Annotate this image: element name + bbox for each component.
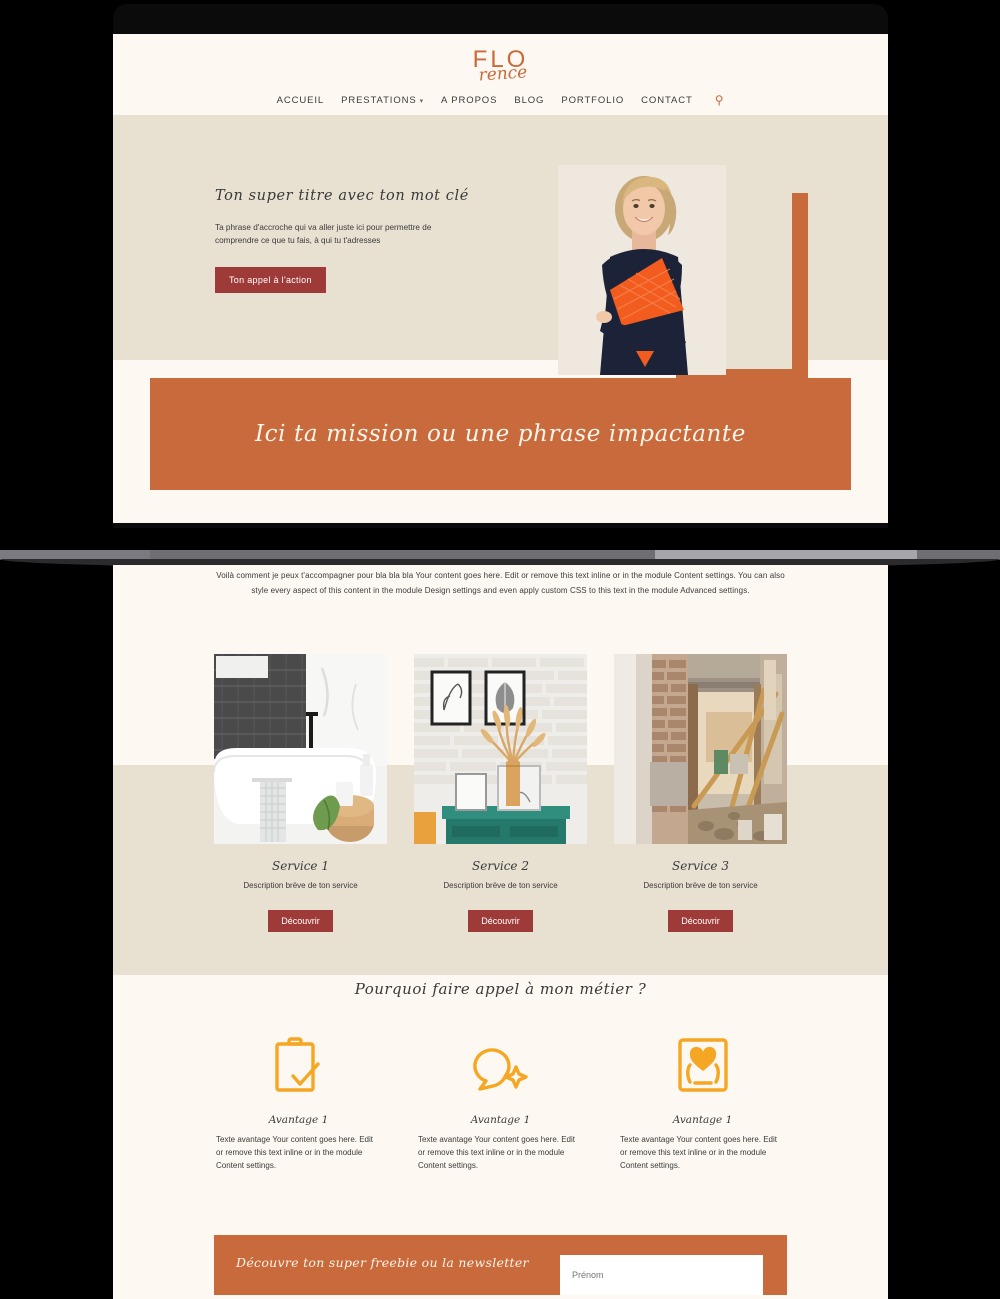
hero-title: Ton super titre avec ton mot clé bbox=[215, 188, 469, 204]
mission-text: Ici ta mission ou une phrase impactante bbox=[255, 421, 746, 447]
hero-section: Ton super titre avec ton mot clé Ta phra… bbox=[113, 115, 888, 385]
service-card: Service 3 Description brève de ton servi… bbox=[614, 653, 787, 932]
chevron-down-icon: ▾ bbox=[419, 97, 425, 105]
nav-item-blog[interactable]: BLOG bbox=[514, 95, 544, 106]
why-heading: Pourquoi faire appel à mon métier ? bbox=[354, 979, 647, 998]
service-title: Service 2 bbox=[472, 858, 529, 873]
service-image bbox=[614, 653, 787, 844]
nav-item-a-propos[interactable]: A PROPOS bbox=[441, 95, 497, 106]
site-logo[interactable]: FLO rence bbox=[441, 44, 561, 86]
advantage-text: Texte avantage Your content goes here. E… bbox=[620, 1134, 778, 1170]
nav-label: CONTACT bbox=[641, 94, 693, 106]
hero-photo bbox=[558, 165, 726, 375]
service-title: Service 1 bbox=[272, 858, 329, 873]
nav-item-portfolio[interactable]: PORTFOLIO bbox=[561, 95, 624, 106]
nav-item-accueil[interactable]: ACCUEIL bbox=[277, 95, 324, 106]
nav-label: BLOG bbox=[514, 94, 545, 106]
newsletter-title: Découvre ton super freebie ou la newslet… bbox=[236, 1255, 529, 1271]
nav-item-contact[interactable]: CONTACT bbox=[641, 95, 693, 106]
laptop-screen-viewport: FLO rence ACCUEIL PRESTATIONS ▾ A PROPOS … bbox=[113, 34, 888, 523]
interior-console-illustration bbox=[414, 653, 587, 844]
service-discover-button[interactable]: Découvrir bbox=[268, 909, 333, 932]
service-card: Service 1 Description brève de ton servi… bbox=[214, 653, 387, 932]
bathroom-illustration bbox=[214, 653, 387, 844]
advantage-title: Avantage 1 bbox=[470, 1113, 531, 1126]
advantage-item: Avantage 1 Texte avantage Your content g… bbox=[620, 1034, 785, 1173]
service-image bbox=[414, 653, 587, 844]
advantages-list: Avantage 1 Texte avantage Your content g… bbox=[113, 1034, 888, 1173]
laptop-mockup-scene: FLO rence ACCUEIL PRESTATIONS ▾ A PROPOS … bbox=[0, 0, 1000, 1299]
newsletter-firstname-input[interactable] bbox=[560, 1255, 763, 1296]
mission-banner: Ici ta mission ou une phrase impactante bbox=[150, 378, 851, 490]
advantage-item: Avantage 1 Texte avantage Your content g… bbox=[216, 1034, 381, 1173]
advantage-title: Avantage 1 bbox=[672, 1113, 733, 1126]
advantage-title: Avantage 1 bbox=[268, 1113, 329, 1126]
search-icon[interactable]: ⚲ bbox=[715, 93, 725, 107]
services-card-list: Service 1 Description brève de ton servi… bbox=[113, 653, 888, 932]
newsletter-banner: Découvre ton super freebie ou la newslet… bbox=[214, 1235, 787, 1296]
nav-label: ACCUEIL bbox=[276, 94, 325, 106]
laptop-hinge bbox=[0, 528, 1000, 552]
clipboard-check-icon bbox=[216, 1034, 381, 1096]
hero-visual bbox=[558, 165, 808, 385]
speech-bubble-sparkle-icon bbox=[418, 1034, 583, 1096]
logo-script-text: rence bbox=[477, 62, 528, 86]
nav-label: A PROPOS bbox=[441, 94, 498, 106]
service-title: Service 3 bbox=[672, 858, 729, 873]
advantage-text: Texte avantage Your content goes here. E… bbox=[216, 1134, 374, 1170]
service-image bbox=[214, 653, 387, 844]
renovation-site-illustration bbox=[614, 653, 787, 844]
hero-text-block: Ton super titre avec ton mot clé Ta phra… bbox=[215, 188, 480, 293]
hero-cta-button[interactable]: Ton appel à l'action bbox=[215, 266, 326, 293]
advantage-text: Texte avantage Your content goes here. E… bbox=[418, 1134, 576, 1170]
service-description: Description brève de ton service bbox=[443, 880, 558, 890]
heart-in-hands-icon bbox=[620, 1034, 785, 1096]
nav-label: PORTFOLIO bbox=[561, 94, 625, 106]
advantage-item: Avantage 1 Texte avantage Your content g… bbox=[418, 1034, 583, 1173]
intro-paragraph: Voilà comment je peux t'accompagner pour… bbox=[216, 571, 785, 595]
newsletter-section: Découvre ton super freebie ou la newslet… bbox=[113, 1172, 888, 1296]
services-section: Service 1 Description brève de ton servi… bbox=[113, 599, 888, 975]
hero-subtitle: Ta phrase d'accroche qui va aller juste … bbox=[215, 223, 432, 246]
service-card: Service 2 Description brève de ton servi… bbox=[414, 653, 587, 932]
service-discover-button[interactable]: Découvrir bbox=[668, 909, 733, 932]
nav-item-prestations[interactable]: PRESTATIONS ▾ bbox=[341, 95, 424, 106]
nav-label: PRESTATIONS bbox=[341, 94, 417, 106]
site-header: FLO rence ACCUEIL PRESTATIONS ▾ A PROPOS … bbox=[113, 34, 888, 115]
main-navigation: ACCUEIL PRESTATIONS ▾ A PROPOS BLOG PORTF… bbox=[113, 91, 888, 107]
service-discover-button[interactable]: Découvrir bbox=[468, 909, 533, 932]
hero-photo-illustration bbox=[558, 165, 726, 375]
service-description: Description brève de ton service bbox=[243, 880, 358, 890]
page-content-below-fold: Voilà comment je peux t'accompagner pour… bbox=[113, 565, 888, 1299]
service-description: Description brève de ton service bbox=[643, 880, 758, 890]
